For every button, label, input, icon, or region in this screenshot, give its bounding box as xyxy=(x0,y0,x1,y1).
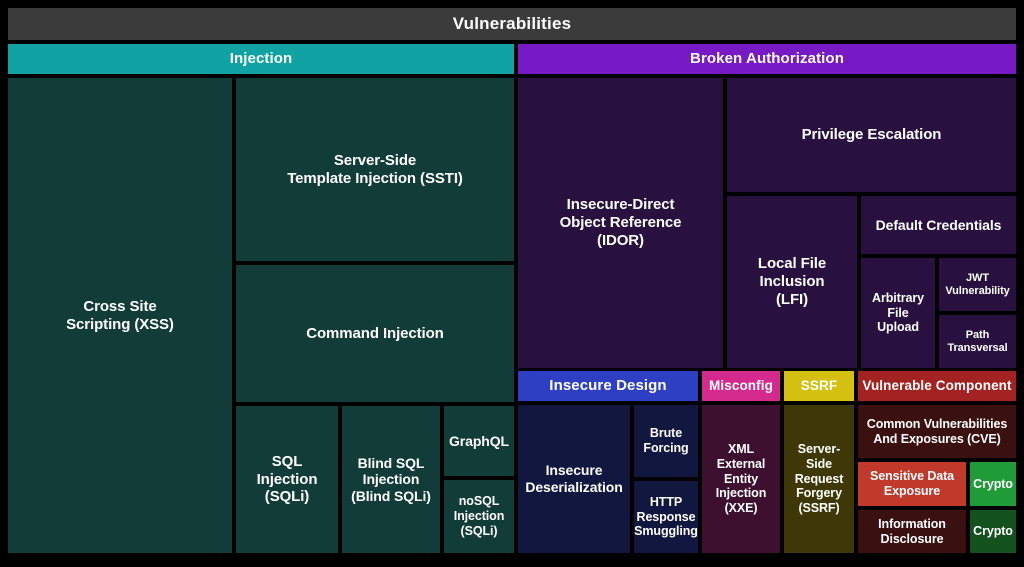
cell-local-file-inclusion[interactable]: Local File Inclusion (LFI) xyxy=(727,196,857,368)
cell-blind-sql-injection[interactable]: Blind SQL Injection (Blind SQLi) xyxy=(342,406,440,553)
group-header-misconfig[interactable]: Misconfig xyxy=(702,371,780,401)
cell-server-side-template-injection[interactable]: Server-Side Template Injection (SSTI) xyxy=(236,78,514,261)
cell-graphql[interactable]: GraphQL xyxy=(444,406,514,476)
cell-privilege-escalation[interactable]: Privilege Escalation xyxy=(727,78,1016,192)
cell-command-injection[interactable]: Command Injection xyxy=(236,265,514,402)
cell-server-side-request-forgery[interactable]: Server-Side Request Forgery (SSRF) xyxy=(784,405,854,553)
cell-cross-site-scripting[interactable]: Cross Site Scripting (XSS) xyxy=(8,78,232,553)
group-header-insecure-design[interactable]: Insecure Design xyxy=(518,371,698,401)
cell-sql-injection[interactable]: SQL Injection (SQLi) xyxy=(236,406,338,553)
vulnerabilities-treemap: Vulnerabilities Injection Cross Site Scr… xyxy=(0,0,1024,567)
cell-common-vulnerabilities-and-exposures[interactable]: Common Vulnerabilities And Exposures (CV… xyxy=(858,405,1016,458)
cell-jwt-vulnerability[interactable]: JWT Vulnerability xyxy=(939,258,1016,311)
group-header-vulnerable-component[interactable]: Vulnerable Component xyxy=(858,371,1016,401)
group-header-broken-authorization[interactable]: Broken Authorization xyxy=(518,44,1016,74)
cell-http-response-smuggling[interactable]: HTTP Response Smuggling xyxy=(634,481,698,553)
cell-crypto-bottom[interactable]: Crypto xyxy=(970,510,1016,553)
cell-xml-external-entity-injection[interactable]: XML External Entity Injection (XXE) xyxy=(702,405,780,553)
cell-crypto-top[interactable]: Crypto xyxy=(970,462,1016,506)
group-header-injection[interactable]: Injection xyxy=(8,44,514,74)
treemap-root-title: Vulnerabilities xyxy=(8,8,1016,40)
cell-sensitive-data-exposure[interactable]: Sensitive Data Exposure xyxy=(858,462,966,506)
cell-idor[interactable]: Insecure-Direct Object Reference (IDOR) xyxy=(518,78,723,368)
group-header-ssrf[interactable]: SSRF xyxy=(784,371,854,401)
cell-nosql-injection[interactable]: noSQL Injection (SQLi) xyxy=(444,480,514,553)
cell-path-transversal[interactable]: Path Transversal xyxy=(939,315,1016,368)
cell-default-credentials[interactable]: Default Credentials xyxy=(861,196,1016,254)
cell-arbitrary-file-upload[interactable]: Arbitrary File Upload xyxy=(861,258,935,368)
cell-brute-forcing[interactable]: Brute Forcing xyxy=(634,405,698,477)
cell-insecure-deserialization[interactable]: Insecure Deserialization xyxy=(518,405,630,553)
cell-information-disclosure[interactable]: Information Disclosure xyxy=(858,510,966,553)
